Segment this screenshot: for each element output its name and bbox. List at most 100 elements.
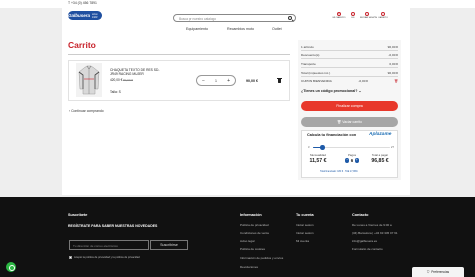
footer-link[interactable]: Mi cuenta — [296, 239, 309, 243]
footer-heading-info: Información — [240, 213, 262, 217]
wishlist-button[interactable]: ♥ MI CARRITO — [332, 12, 346, 19]
quantity-stepper: − 1 + — [196, 75, 236, 86]
footer-heading-subscribe: Suscríbete — [68, 213, 88, 217]
empty-cart-button[interactable]: 🗑 Vaciar carrito — [301, 117, 398, 127]
newsletter-email-input[interactable]: Tu dirección de correo electrónico — [69, 240, 149, 250]
nav-recambios[interactable]: Recambios moto — [227, 27, 254, 31]
newsletter-consent: Acepto la política de privacidad y la po… — [69, 256, 140, 259]
nav-equipamiento[interactable]: Equipamiento — [186, 27, 208, 31]
decrease-button[interactable]: − — [202, 78, 205, 84]
user-icon — [365, 12, 369, 16]
monthly-payment: Mensualidad 11,57 € — [307, 153, 329, 164]
summary-label: Descuento(s) — [301, 53, 320, 57]
total-value: 96,85 € — [371, 158, 389, 164]
slider-handle[interactable] — [320, 145, 325, 150]
footer-contact-line: De Lunes a Viernes de 9:00 a — [352, 223, 392, 227]
logo-name: Galbusera — [68, 13, 91, 18]
summary-row-coupon: CUPON BIENVENIDA -0,00 € 🗑 — [301, 79, 398, 83]
continue-shopping-label: Continuar comprando — [71, 109, 104, 113]
cart-icon — [381, 12, 385, 16]
cart-button[interactable]: CARRITO — [376, 12, 390, 19]
summary-label: Total (impuestos inc.) — [301, 71, 331, 75]
language-button[interactable]: ES — [346, 12, 360, 19]
footer-link[interactable]: Información de pedidos y envíos — [240, 256, 283, 260]
subscribe-button[interactable]: Suscribirse — [150, 240, 188, 250]
whatsapp-icon[interactable] — [6, 262, 16, 272]
topbar-phone: T +34 (0) 456 7891 — [68, 1, 97, 5]
decrease-payments-button[interactable]: − — [345, 158, 350, 163]
quantity-value[interactable]: 1 — [215, 79, 217, 83]
shield-icon: ⛉ — [426, 270, 430, 274]
promo-code-label: ¿Tienes un código promocional? — [301, 89, 358, 93]
payments-count: Pagos − 6 + — [342, 153, 362, 163]
divider — [68, 54, 290, 55]
footer-link[interactable]: Devoluciones — [240, 265, 258, 269]
logo-since: since 1929 — [92, 12, 98, 19]
summary-value: 90,00 € — [387, 71, 398, 75]
promo-code-toggle[interactable]: ¿Tienes un código promocional? ⌄ — [301, 89, 361, 93]
consent-label: Acepto la política de privacidad y la po… — [74, 256, 140, 259]
jacket-image — [78, 65, 100, 95]
payments-label: Pagos — [348, 153, 356, 157]
chevron-down-icon: ⌄ — [358, 89, 362, 93]
page-title: Carrito — [68, 40, 96, 50]
summary-row-total: Total (impuestos inc.) 90,00 € — [301, 71, 398, 75]
slider-min: 3 — [308, 146, 310, 149]
aplazame-logo: Aplazame — [369, 132, 392, 137]
flag-icon — [351, 12, 355, 16]
remove-coupon-icon[interactable]: 🗑 — [394, 79, 398, 83]
product-old-price: 90,00 € — [123, 78, 134, 82]
continue-shopping-link[interactable]: ‹ Continuar comprando — [69, 109, 104, 113]
heart-icon: ♥ — [337, 12, 341, 16]
product-size: Talla: S — [110, 90, 121, 94]
consent-checkbox[interactable] — [69, 256, 72, 259]
site-header: Galbusera since 1929 Busca pr nuestro ca… — [62, 8, 410, 34]
footer-heading-account: Tu cuenta — [296, 213, 314, 217]
payments-value: 6 — [350, 158, 354, 163]
monthly-label: Mensualidad — [310, 153, 326, 157]
product-price: 420,00 € — [110, 78, 123, 82]
summary-label: Transporte — [301, 62, 316, 66]
summary-value: 0,00 € — [389, 62, 398, 66]
product-image[interactable] — [76, 63, 102, 97]
summary-value: -0,00 € — [388, 53, 398, 57]
footer-contact-line[interactable]: Formulario de contacto — [352, 247, 383, 251]
site-footer — [0, 197, 475, 277]
product-name[interactable]: CHAQUETA TEXTO DE RES SD-JR49 RACING MUJ… — [110, 68, 165, 76]
trash-icon[interactable] — [277, 78, 282, 83]
increase-payments-button[interactable]: + — [354, 158, 359, 163]
login-button[interactable]: INICIAR SESIÓN — [360, 12, 377, 19]
increase-button[interactable]: + — [227, 78, 230, 84]
footer-contact-line[interactable]: info@galbusera.es — [352, 239, 377, 243]
footer-link[interactable]: Iniciar sesión — [296, 231, 314, 235]
summary-label: 1 artículo — [301, 45, 314, 49]
search-icon[interactable] — [288, 16, 292, 20]
summary-row-items: 1 artículo 90,00 € — [301, 45, 398, 49]
line-total: 90,00 € — [246, 79, 258, 83]
monthly-value: 11,57 € — [309, 158, 327, 164]
summary-value: 90,00 € — [387, 45, 398, 49]
financing-title: Calcula tu financiación con — [307, 133, 357, 137]
footer-link[interactable]: Política de cookies — [240, 247, 265, 251]
cookie-preferences-label: Preferencias — [431, 270, 450, 274]
checkout-button[interactable]: Finalizar compra — [301, 101, 398, 111]
total-to-pay: Total a pagar 96,85 € — [368, 153, 392, 164]
cookie-preferences-button[interactable]: ⛉ Preferencias — [412, 267, 464, 277]
summary-value: -0,00 € — [358, 79, 368, 83]
footer-link[interactable]: Iniciar sesión — [296, 223, 314, 227]
footer-contact-line[interactable]: (34) Barcelona | +34 93 345 07 61 — [352, 231, 398, 235]
footer-link[interactable]: Condiciones de venta — [240, 231, 269, 235]
footer-link[interactable]: Política de privacidad — [240, 223, 269, 227]
payments-stepper: − 6 + — [342, 158, 362, 163]
summary-row-discount: Descuento(s) -0,00 € — [301, 53, 398, 57]
search-input[interactable]: Busca pr nuestro catalogo — [173, 14, 296, 22]
financing-footnote: Total financiado: 180 € · TAE 17,99% — [320, 171, 358, 173]
slider-max: 27 — [391, 146, 394, 149]
footer-link[interactable]: Aviso legal — [240, 239, 254, 243]
search-placeholder: Busca pr nuestro catalogo — [179, 17, 217, 21]
site-logo[interactable]: Galbusera since 1929 — [68, 11, 102, 20]
summary-row-shipping: Transporte 0,00 € — [301, 62, 398, 66]
footer-heading-contact: Contacto — [352, 213, 369, 217]
total-label: Total a pagar — [371, 153, 389, 157]
nav-outlet[interactable]: Outlet — [272, 27, 282, 31]
